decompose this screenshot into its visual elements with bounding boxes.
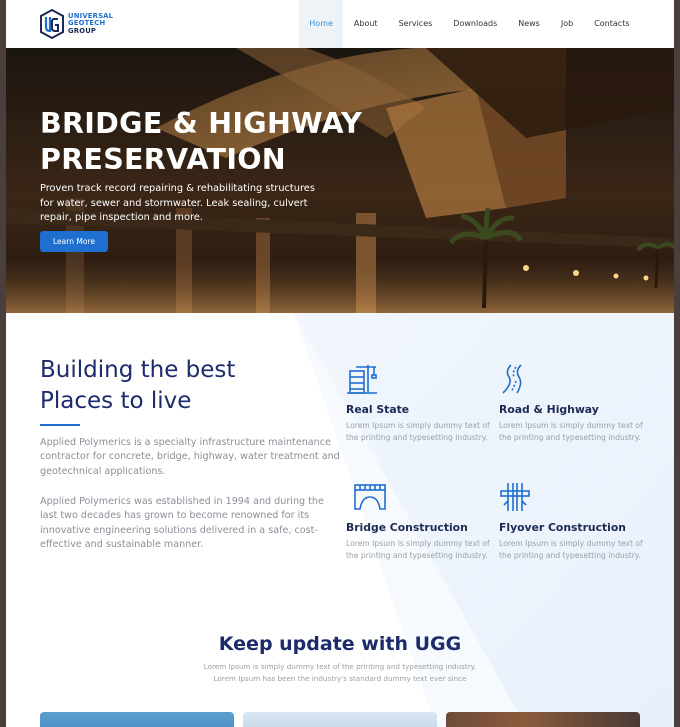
feature-description: Lorem Ipsum is simply dummy text of the …	[346, 539, 490, 560]
update-subtitle: Lorem Ipsum is simply dummy text of the …	[6, 661, 674, 685]
feature-title: Bridge Construction	[346, 521, 468, 534]
feature-bridge-construction[interactable]: Bridge Construction Lorem Ipsum is simpl…	[346, 481, 496, 562]
ugg-logo-icon	[40, 9, 64, 39]
main-nav: Home About Services Downloads News Job C…	[298, 0, 640, 48]
site-header: UNIVERSAL GEOTECH GROUP Home About Servi…	[6, 0, 674, 48]
hero-banner: BRIDGE & HIGHWAY PRESERVATION Proven tra…	[6, 48, 674, 313]
feature-title: Flyover Construction	[499, 521, 626, 534]
learn-more-button[interactable]: Learn More	[40, 231, 108, 252]
brand-logo[interactable]: UNIVERSAL GEOTECH GROUP	[40, 9, 113, 39]
feature-description: Lorem Ipsum is simply dummy text of the …	[346, 421, 490, 442]
nav-downloads[interactable]: Downloads	[443, 0, 508, 48]
nav-home[interactable]: Home	[298, 0, 344, 48]
nav-news[interactable]: News	[508, 0, 551, 48]
nav-about[interactable]: About	[343, 0, 388, 48]
feature-road-highway[interactable]: Road & Highway Lorem Ipsum is simply dum…	[499, 363, 649, 444]
nav-job[interactable]: Job	[550, 0, 583, 48]
feature-description: Lorem Ipsum is simply dummy text of the …	[499, 421, 643, 442]
brand-line3: GROUP	[68, 26, 97, 35]
flyover-icon	[500, 483, 530, 511]
building-crane-icon	[347, 365, 377, 394]
news-card-1-image[interactable]	[40, 712, 234, 727]
services-section: Building the best Places to live Applied…	[6, 313, 674, 727]
nav-contacts[interactable]: Contacts	[584, 0, 640, 48]
feature-real-state[interactable]: Real State Lorem Ipsum is simply dummy t…	[346, 363, 496, 444]
road-icon	[502, 364, 522, 394]
building-paragraph-1: Applied Polymerics is a specialty infras…	[40, 437, 340, 477]
title-divider	[40, 424, 80, 426]
nav-services[interactable]: Services	[388, 0, 443, 48]
update-title: Keep update with UGG	[218, 633, 462, 655]
update-line-2: Lorem Ipsum has been the industry's stan…	[213, 674, 467, 683]
news-card-3-image[interactable]	[446, 712, 640, 727]
news-card-2-image[interactable]	[243, 712, 437, 727]
feature-flyover-construction[interactable]: Flyover Construction Lorem Ipsum is simp…	[499, 481, 649, 562]
bridge-icon	[354, 484, 386, 510]
feature-title: Road & Highway	[499, 403, 599, 416]
hero-description: Proven track record repairing & rehabili…	[40, 183, 315, 223]
feature-description: Lorem Ipsum is simply dummy text of the …	[499, 539, 643, 560]
brand-text: UNIVERSAL GEOTECH GROUP	[68, 12, 113, 36]
update-line-1: Lorem Ipsum is simply dummy text of the …	[203, 662, 477, 671]
hero-title: BRIDGE & HIGHWAY PRESERVATION	[40, 107, 363, 176]
building-paragraph-2: Applied Polymerics was established in 19…	[40, 496, 324, 550]
page: UNIVERSAL GEOTECH GROUP Home About Servi…	[6, 0, 674, 727]
feature-title: Real State	[346, 403, 410, 416]
building-title: Building the best Places to live	[40, 357, 236, 414]
hero-background-image	[6, 48, 674, 313]
